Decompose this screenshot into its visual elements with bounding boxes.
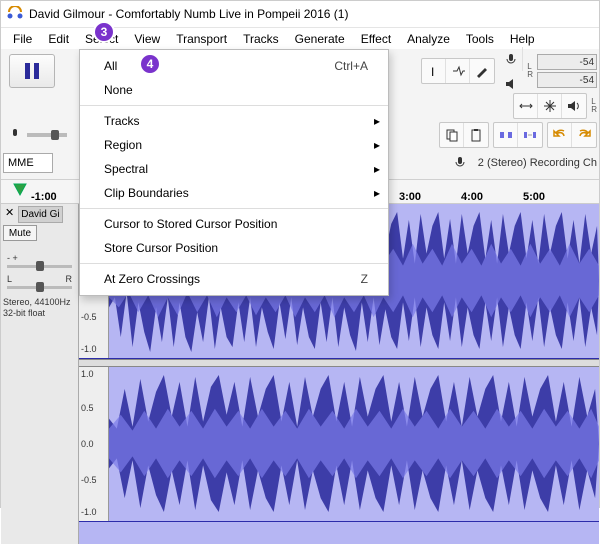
recording-meter[interactable]: -54 <box>537 54 597 70</box>
menu-separator <box>80 208 388 209</box>
menu-item-clip-boundaries[interactable]: Clip Boundaries▸ <box>80 181 388 205</box>
menu-edit[interactable]: Edit <box>40 30 77 48</box>
mic-small-icon <box>9 128 21 143</box>
ruler-tick: 3:00 <box>399 191 421 203</box>
recording-volume-slider[interactable] <box>27 133 67 137</box>
tool-group-zoom <box>513 93 587 119</box>
annotation-badge-4: 4 <box>139 53 161 75</box>
menu-item-cursor-to-stored[interactable]: Cursor to Stored Cursor Position <box>80 212 388 236</box>
vertical-scale: 1.0 0.5 0.0 -0.5 -1.0 <box>79 367 109 521</box>
chevron-right-icon: ▸ <box>374 186 380 200</box>
ruler-tick: 5:00 <box>523 191 545 203</box>
menu-item-tracks[interactable]: Tracks▸ <box>80 109 388 133</box>
redo-icon[interactable] <box>572 123 596 147</box>
menu-item-none[interactable]: None <box>80 78 388 102</box>
menu-separator <box>80 263 388 264</box>
playback-meter[interactable]: -54 <box>537 72 597 88</box>
chevron-right-icon: ▸ <box>374 114 380 128</box>
undo-icon[interactable] <box>548 123 572 147</box>
ruler-tick: -1:00 <box>31 191 57 203</box>
waveform-channel-right[interactable]: 1.0 0.5 0.0 -0.5 -1.0 <box>79 367 599 522</box>
annotation-badge-3: 3 <box>93 21 115 43</box>
menu-generate[interactable]: Generate <box>287 30 353 48</box>
menu-item-region[interactable]: Region▸ <box>80 133 388 157</box>
menu-analyze[interactable]: Analyze <box>399 30 458 48</box>
menu-effect[interactable]: Effect <box>353 30 399 48</box>
mic-icon[interactable] <box>499 47 523 71</box>
close-track-button[interactable]: ✕ <box>3 206 16 225</box>
timeshift-tool-icon[interactable] <box>514 94 538 118</box>
menu-item-all[interactable]: AllCtrl+A <box>80 54 388 78</box>
silence-icon[interactable] <box>518 123 542 147</box>
title-bar: David Gilmour - Comfortably Numb Live in… <box>1 1 599 27</box>
menu-item-spectral[interactable]: Spectral▸ <box>80 157 388 181</box>
multi-tool-icon[interactable] <box>538 94 562 118</box>
ruler-tick: 4:00 <box>461 191 483 203</box>
channel-separator <box>79 359 599 367</box>
copy-icon[interactable] <box>440 123 464 147</box>
draw-tool-icon[interactable] <box>470 59 494 83</box>
menu-file[interactable]: File <box>5 30 40 48</box>
pan-slider[interactable] <box>7 286 72 289</box>
selection-tool-icon[interactable]: I <box>422 59 446 83</box>
envelope-tool-icon[interactable] <box>446 59 470 83</box>
track-format: Stereo, 44100Hz 32-bit float <box>3 297 76 319</box>
audio-host-select[interactable]: MME <box>3 153 53 173</box>
chevron-right-icon: ▸ <box>374 162 380 176</box>
track-name[interactable]: David Gi <box>18 206 62 223</box>
select-menu-dropdown: AllCtrl+A None Tracks▸ Region▸ Spectral▸… <box>79 49 389 296</box>
window-title: David Gilmour - Comfortably Numb Live in… <box>29 7 348 21</box>
mic-device-icon <box>454 156 466 171</box>
menu-item-zero-crossings[interactable]: At Zero CrossingsZ <box>80 267 388 291</box>
volume-tool-icon[interactable] <box>562 94 586 118</box>
recording-channels-select[interactable]: 2 (Stereo) Recording Ch <box>478 157 597 169</box>
menu-tracks[interactable]: Tracks <box>235 30 287 48</box>
audacity-window: David Gilmour - Comfortably Numb Live in… <box>0 0 600 508</box>
speaker-icon[interactable] <box>499 72 523 96</box>
menu-view[interactable]: View <box>126 30 168 48</box>
trim-icon[interactable] <box>494 123 518 147</box>
track-control-panel: ✕ David Gi Mute - + LR Stereo, 44100Hz 3… <box>1 204 79 544</box>
mute-button[interactable]: Mute <box>3 225 37 241</box>
menu-transport[interactable]: Transport <box>168 30 235 48</box>
chevron-right-icon: ▸ <box>374 138 380 152</box>
svg-text:I: I <box>431 65 434 78</box>
menu-item-store-cursor[interactable]: Store Cursor Position <box>80 236 388 260</box>
menu-help[interactable]: Help <box>502 30 543 48</box>
paste-icon[interactable] <box>464 123 488 147</box>
meter-label-r: R <box>527 71 533 79</box>
menu-separator <box>80 105 388 106</box>
menu-tools[interactable]: Tools <box>458 30 502 48</box>
gain-slider[interactable] <box>7 265 72 268</box>
pause-button[interactable] <box>9 54 55 88</box>
pause-icon <box>25 63 39 79</box>
tool-group-edit: I <box>421 58 495 84</box>
playhead-icon[interactable] <box>13 183 27 200</box>
app-logo-icon <box>7 6 23 22</box>
